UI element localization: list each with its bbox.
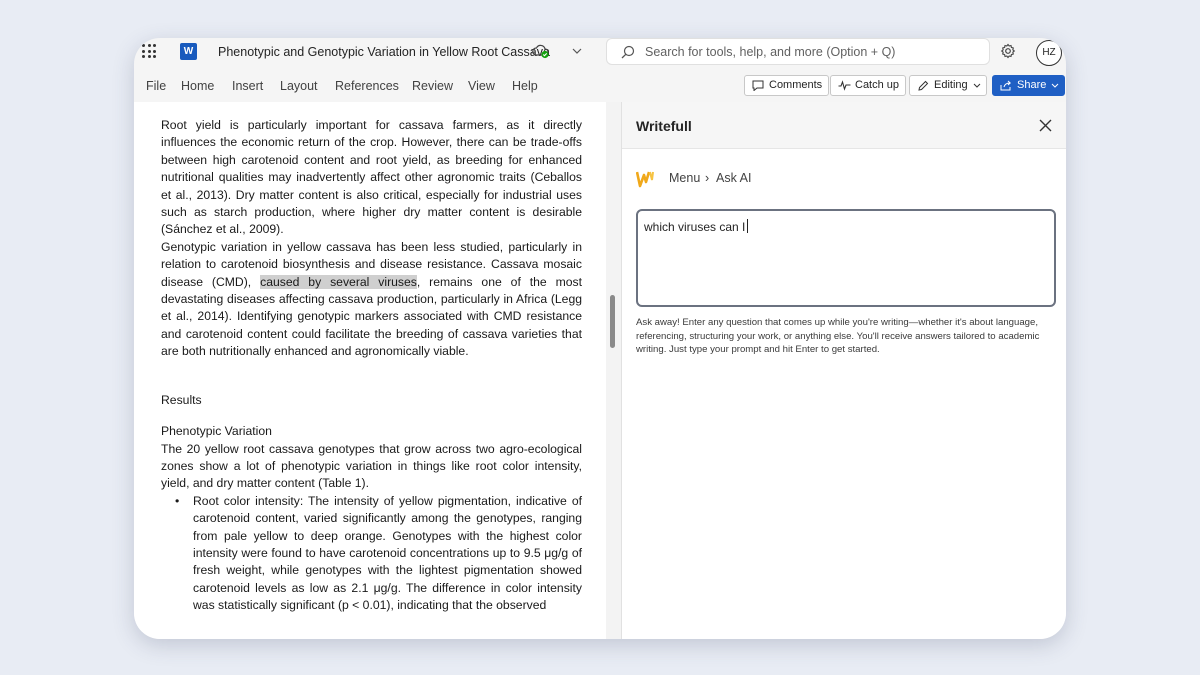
share-button[interactable]: Share <box>992 75 1066 96</box>
list-item[interactable]: Root color intensity: The intensity of y… <box>161 493 582 615</box>
editing-button[interactable]: Editing <box>909 75 987 96</box>
writefull-logo-icon <box>636 171 654 188</box>
breadcrumb-current: Ask AI <box>716 171 752 185</box>
results-heading[interactable]: Results <box>161 392 582 409</box>
document-canvas[interactable]: Root yield is particularly important for… <box>134 102 606 639</box>
comments-label: Comments <box>769 79 823 91</box>
bullet-text: : The intensity of yellow pigmentation, … <box>193 493 582 613</box>
tab-file[interactable]: File <box>146 79 166 93</box>
vertical-scrollbar-track[interactable] <box>606 102 621 639</box>
catchup-button[interactable]: Catch up <box>830 75 907 96</box>
tab-view[interactable]: View <box>468 79 495 93</box>
comments-button[interactable]: Comments <box>744 75 830 96</box>
tab-help[interactable]: Help <box>512 79 538 93</box>
ribbon: File Home Insert Layout References Revie… <box>134 72 1066 100</box>
tab-references[interactable]: References <box>335 79 399 93</box>
search-icon <box>621 45 635 59</box>
word-logo-icon: W <box>180 43 201 60</box>
tab-insert[interactable]: Insert <box>232 79 263 93</box>
chevron-down-icon <box>973 83 980 88</box>
breadcrumb-separator: › <box>705 171 710 185</box>
input-value: which viruses can I <box>644 220 746 234</box>
panel-header: Writefull <box>622 102 1066 149</box>
share-icon <box>1000 80 1011 91</box>
breadcrumb-menu[interactable]: Menu <box>669 171 700 185</box>
writefull-panel: Writefull Menu › Ask AI which viruses ca… <box>621 102 1066 639</box>
catchup-icon <box>838 80 851 91</box>
cloud-saved-icon[interactable] <box>532 43 550 59</box>
section-subheading[interactable]: Phenotypic Variation <box>161 423 582 440</box>
chevron-down-icon[interactable] <box>572 44 582 58</box>
comment-icon <box>752 80 764 91</box>
ask-ai-hint: Ask away! Enter any question that comes … <box>636 317 1040 356</box>
document-title[interactable]: Phenotypic and Genotypic Variation in Ye… <box>218 45 550 59</box>
gear-icon[interactable] <box>1000 43 1016 59</box>
avatar[interactable]: HZ <box>1036 40 1062 66</box>
selected-text[interactable]: caused by several viruses <box>260 274 417 289</box>
paragraph[interactable]: Root yield is particularly important for… <box>161 117 582 239</box>
word-window: W Phenotypic and Genotypic Variation in … <box>134 38 1066 639</box>
bullet-term: Root color intensity <box>193 493 300 508</box>
document-body[interactable]: Root yield is particularly important for… <box>161 117 582 615</box>
search-input[interactable]: Search for tools, help, and more (Option… <box>645 45 895 59</box>
search-box[interactable]: Search for tools, help, and more (Option… <box>606 38 990 65</box>
ask-ai-input-value[interactable]: which viruses can I <box>644 219 749 234</box>
ask-ai-input[interactable]: which viruses can I <box>636 209 1056 307</box>
paragraph[interactable]: Genotypic variation in yellow cassava ha… <box>161 239 582 361</box>
chevron-down-icon <box>1052 83 1059 88</box>
editing-label: Editing <box>934 79 968 91</box>
share-label: Share <box>1017 79 1047 91</box>
waffle-icon[interactable] <box>142 44 156 58</box>
text-caret <box>747 219 749 233</box>
title-bar: W Phenotypic and Genotypic Variation in … <box>134 38 1066 68</box>
tab-layout[interactable]: Layout <box>280 79 318 93</box>
tab-home[interactable]: Home <box>181 79 214 93</box>
paragraph[interactable]: The 20 yellow root cassava genotypes tha… <box>161 441 582 493</box>
close-icon[interactable] <box>1039 119 1052 132</box>
catchup-label: Catch up <box>855 79 900 91</box>
tab-review[interactable]: Review <box>412 79 453 93</box>
pencil-icon <box>918 80 929 91</box>
panel-title: Writefull <box>636 118 692 134</box>
vertical-scrollbar[interactable] <box>610 295 615 348</box>
